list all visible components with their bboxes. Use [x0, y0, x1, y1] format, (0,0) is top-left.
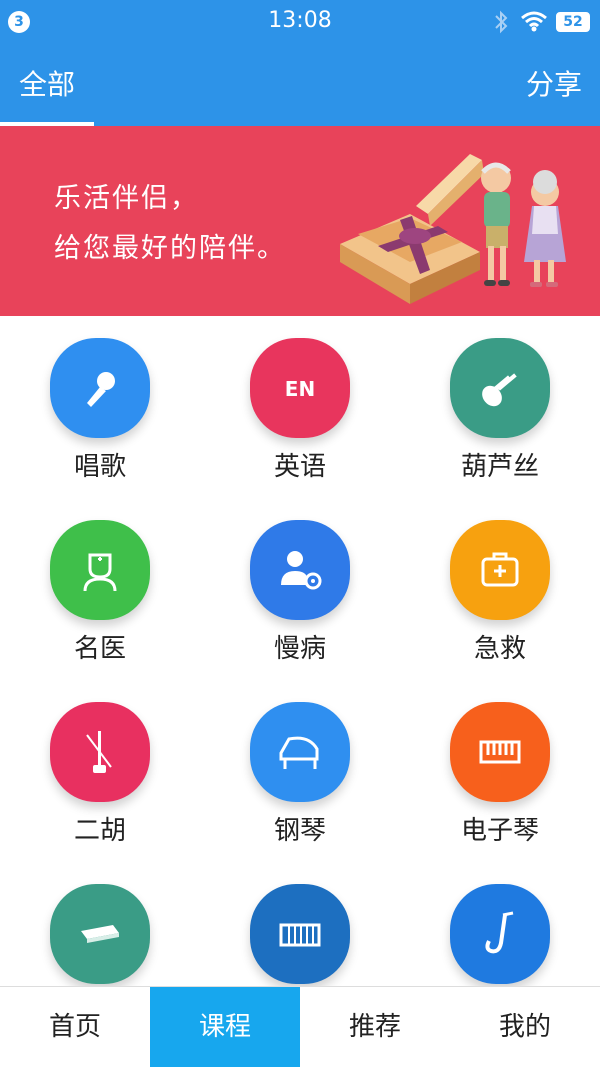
- course-icon-bg: [250, 520, 350, 620]
- course-item-piano[interactable]: 钢琴: [200, 680, 400, 862]
- elderly-couple-gift-illustration: [340, 154, 566, 304]
- course-label: 钢琴: [273, 816, 326, 846]
- english-en-icon: EN: [285, 377, 315, 401]
- bottom-nav: 首页 课程 推荐 我的: [0, 986, 600, 1067]
- nav-mine[interactable]: 我的: [450, 987, 600, 1067]
- course-item-accordion[interactable]: [200, 862, 400, 986]
- course-label: 急救: [473, 634, 526, 664]
- course-item-harmonica[interactable]: [0, 862, 200, 986]
- share-button[interactable]: 分享: [526, 44, 582, 126]
- course-icon-bg: [450, 702, 550, 802]
- course-label: 二胡: [73, 816, 126, 846]
- course-icon-bg: [250, 702, 350, 802]
- course-item-first-aid[interactable]: 急救: [400, 498, 600, 680]
- course-label: 英语: [273, 452, 326, 482]
- course-icon-bg: [250, 884, 350, 984]
- course-item-saxophone[interactable]: [400, 862, 600, 986]
- first-aid-kit-icon: [481, 552, 519, 587]
- doctor-icon: [83, 553, 117, 592]
- course-item-hulusi[interactable]: 葫芦丝: [400, 316, 600, 498]
- course-icon-bg: [450, 520, 550, 620]
- bluetooth-icon: [495, 10, 508, 34]
- course-icon-bg: EN: [250, 338, 350, 438]
- course-icon-bg: [50, 702, 150, 802]
- status-bar: 3 13:08 52: [0, 0, 600, 44]
- banner-line2: 给您最好的陪伴。: [54, 233, 286, 264]
- course-item-english[interactable]: EN 英语: [200, 316, 400, 498]
- svg-text:EN: EN: [285, 377, 315, 401]
- promo-banner[interactable]: 乐活伴侣， 给您最好的陪伴。: [0, 126, 600, 316]
- course-grid: 唱歌 EN 英语 葫芦丝 名医 慢病 急救 二胡 钢琴 电子琴: [0, 316, 600, 986]
- course-item-erhu[interactable]: 二胡: [0, 680, 200, 862]
- microphone-icon: [87, 372, 115, 407]
- banner-line1: 乐活伴侣，: [54, 183, 199, 214]
- course-item-chronic-disease[interactable]: 慢病: [200, 498, 400, 680]
- course-icon-bg: [50, 338, 150, 438]
- battery-icon: 52: [556, 12, 590, 32]
- course-icon-bg: [450, 338, 550, 438]
- course-label: 唱歌: [73, 452, 126, 482]
- course-label: 电子琴: [460, 816, 539, 846]
- nav-recommend[interactable]: 推荐: [300, 987, 450, 1067]
- course-label: 葫芦丝: [460, 452, 539, 482]
- accordion-icon: [279, 923, 321, 947]
- course-label: 名医: [73, 634, 126, 664]
- course-item-singing[interactable]: 唱歌: [0, 316, 200, 498]
- status-time: 13:08: [268, 8, 332, 33]
- saxophone-icon: [485, 911, 514, 954]
- keyboard-instrument-icon: [479, 740, 521, 764]
- harmonica-icon: [81, 925, 119, 943]
- course-item-electronic-keyboard[interactable]: 电子琴: [400, 680, 600, 862]
- piano-icon: [279, 736, 319, 769]
- course-icon-bg: [50, 884, 150, 984]
- erhu-icon: [86, 731, 112, 773]
- nav-courses[interactable]: 课程: [150, 987, 300, 1067]
- course-icon-bg: [50, 520, 150, 620]
- tab-all[interactable]: 全部: [0, 44, 94, 126]
- wifi-icon: [521, 11, 547, 32]
- course-label: 慢病: [273, 634, 326, 664]
- top-bar: 全部 分享: [0, 44, 600, 126]
- course-icon-bg: [450, 884, 550, 984]
- course-item-doctor[interactable]: 名医: [0, 498, 200, 680]
- patient-gear-icon: [281, 551, 322, 590]
- hulusi-icon: [482, 373, 517, 407]
- nav-home[interactable]: 首页: [0, 987, 150, 1067]
